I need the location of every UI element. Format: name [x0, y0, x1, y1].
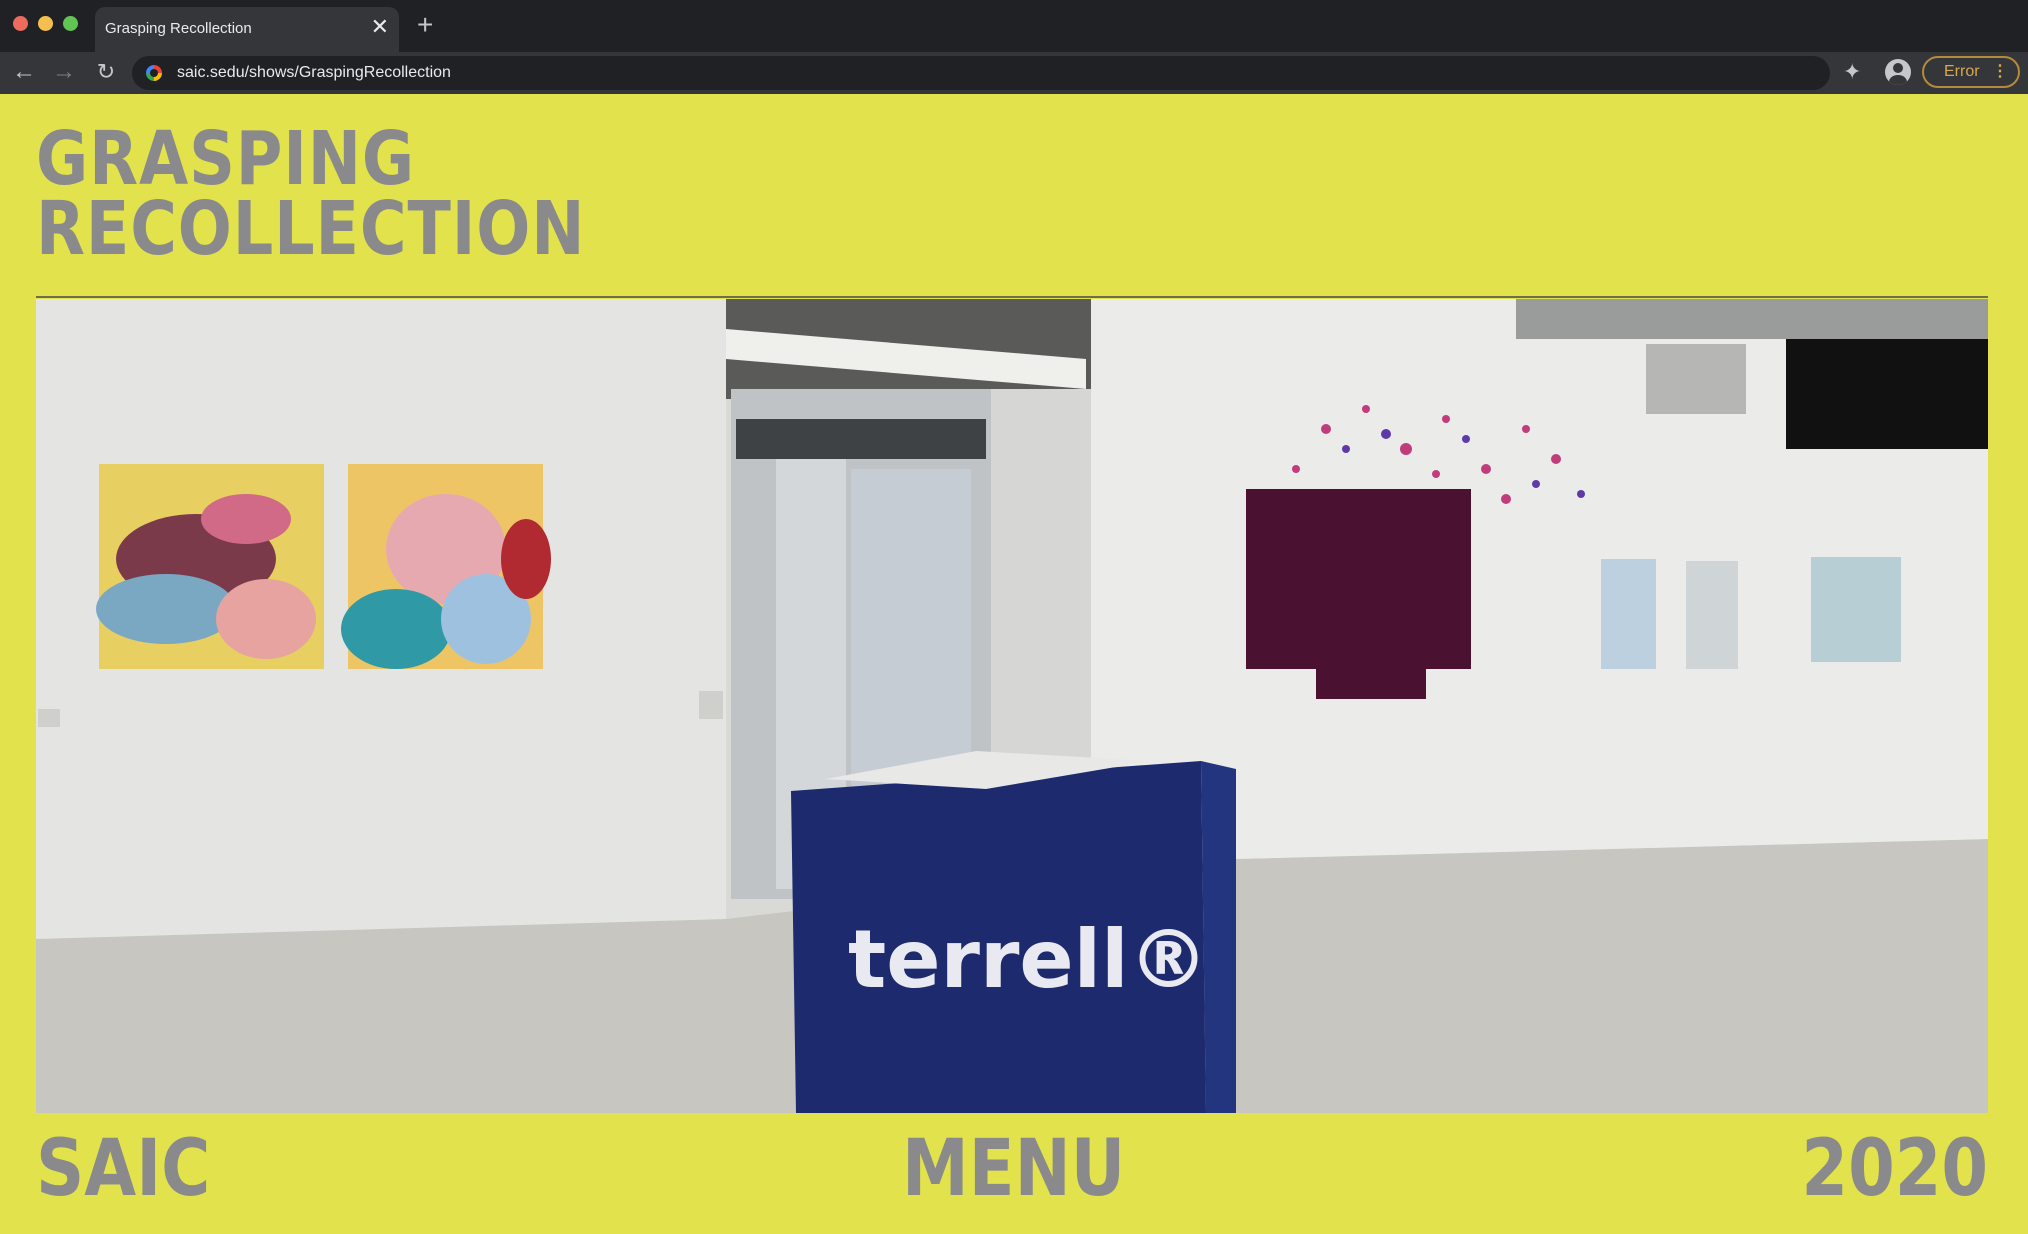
page-body: GRASPING RECOLLECTION terrell® SAIC MENU… [0, 94, 2028, 1234]
window-minimize-button[interactable] [38, 16, 53, 31]
url-text[interactable]: saic.sedu/shows/GraspingRecollection [177, 64, 451, 82]
window-zoom-button[interactable] [63, 16, 78, 31]
gallery-photo-illustration: terrell® [36, 299, 1988, 1113]
status-error-button[interactable]: Error ⋮ [1922, 56, 2020, 88]
browser-tab-bar: Grasping Recollection ✕ + [0, 0, 2028, 52]
page-title-line-2: RECOLLECTION [36, 186, 586, 272]
footer-year: 2020 [1801, 1124, 1988, 1214]
extensions-puzzle-icon[interactable]: ✦ [1843, 60, 1861, 84]
back-arrow-icon[interactable]: ← [8, 56, 40, 88]
hero-gallery-image: terrell® [36, 299, 1988, 1113]
reload-icon[interactable]: ↻ [90, 56, 122, 88]
window-close-button[interactable] [13, 16, 28, 31]
kebab-menu-icon[interactable]: ⋮ [1992, 58, 2008, 86]
page-title: GRASPING RECOLLECTION [36, 116, 586, 272]
browser-tab[interactable]: Grasping Recollection ✕ [95, 7, 399, 52]
status-error-label: Error [1944, 63, 1980, 80]
menu-button[interactable]: MENU [902, 1130, 1125, 1208]
new-tab-icon[interactable]: + [417, 11, 433, 39]
profile-icon[interactable] [1885, 59, 1911, 85]
tab-close-icon[interactable]: ✕ [371, 16, 389, 38]
forward-arrow-icon[interactable]: → [48, 56, 80, 88]
title-divider [36, 296, 1988, 298]
pedestal-logo: terrell® [848, 913, 1209, 1006]
site-icon[interactable] [146, 65, 162, 81]
tab-title: Grasping Recollection [105, 20, 252, 37]
page-title-line-1: GRASPING [36, 116, 416, 202]
footer-saic-link[interactable]: SAIC [36, 1130, 210, 1208]
browser-toolbar: ← → ↻ saic.sedu/shows/GraspingRecollecti… [0, 52, 2028, 94]
address-bar[interactable]: saic.sedu/shows/GraspingRecollection [132, 56, 1830, 90]
